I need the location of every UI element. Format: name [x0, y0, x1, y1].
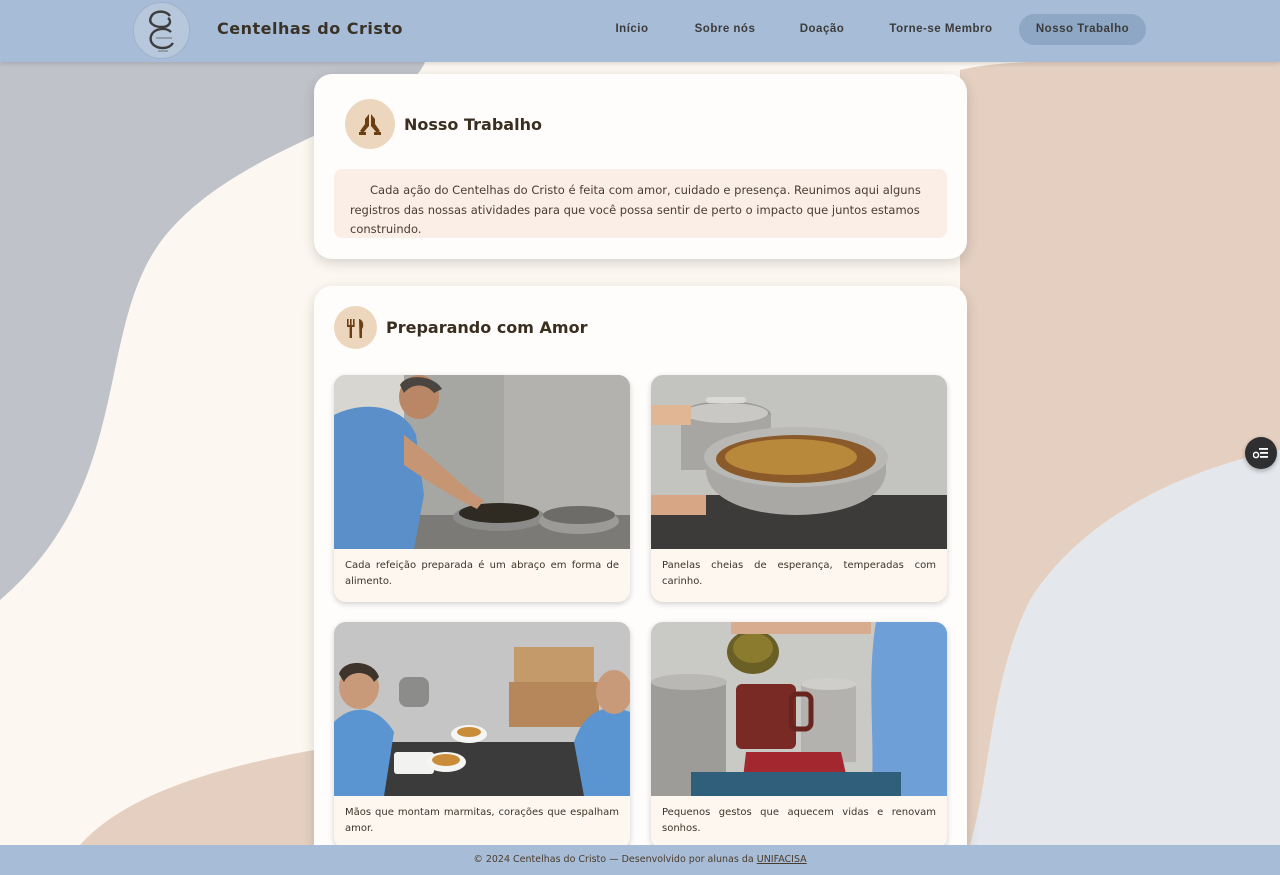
- gallery-caption: Mãos que montam marmitas, corações que e…: [345, 807, 619, 834]
- praying-hands-icon: [345, 99, 395, 149]
- nav-doacao[interactable]: Doação: [790, 14, 854, 45]
- nav-sobre-nos[interactable]: Sobre nós: [684, 14, 766, 45]
- gallery-caption: Panelas cheias de esperança, temperadas …: [662, 560, 936, 587]
- gallery-caption: Cada refeição preparada é um abraço em f…: [345, 560, 619, 587]
- toggle-list-icon: [1253, 448, 1268, 459]
- photo-packing-meals: [334, 622, 630, 796]
- footer-link[interactable]: UNIFACISA: [757, 854, 807, 865]
- intro-card: Nosso Trabalho Cada ação do Centelhas do…: [314, 74, 967, 259]
- gallery-title: Preparando com Amor: [386, 318, 588, 337]
- photo-serving-drink: [651, 622, 947, 796]
- footer-text: © 2024 Centelhas do Cristo — Desenvolvid…: [473, 854, 757, 865]
- photo-man-cooking: [334, 375, 630, 549]
- gallery-item[interactable]: Cada refeição preparada é um abraço em f…: [334, 375, 630, 602]
- footer: © 2024 Centelhas do Cristo — Desenvolvid…: [0, 845, 1280, 875]
- gallery-card: Preparando com Amor Cada refeição prepar…: [314, 286, 967, 875]
- gallery-item[interactable]: Mãos que montam marmitas, corações que e…: [334, 622, 630, 849]
- navbar: Centelhas do Cristo Início Sobre nós Doa…: [0, 0, 1280, 62]
- photo-pots-cooking: [651, 375, 947, 549]
- gallery-item[interactable]: Pequenos gestos que aquecem vidas e reno…: [651, 622, 947, 849]
- gallery-item[interactable]: Panelas cheias de esperança, temperadas …: [651, 375, 947, 602]
- brand-name[interactable]: Centelhas do Cristo: [217, 19, 403, 38]
- intro-text: Cada ação do Centelhas do Cristo é feita…: [334, 169, 947, 238]
- logo[interactable]: [133, 2, 190, 59]
- nav-nosso-trabalho[interactable]: Nosso Trabalho: [1019, 14, 1146, 45]
- intro-title: Nosso Trabalho: [404, 115, 542, 134]
- logo-mark-icon: [148, 9, 174, 51]
- nav-inicio[interactable]: Início: [604, 14, 660, 45]
- gallery-caption: Pequenos gestos que aquecem vidas e reno…: [662, 807, 936, 834]
- nav-torne-se-membro[interactable]: Torne-se Membro: [878, 14, 1004, 45]
- utensils-icon: [334, 306, 377, 349]
- floating-menu-button[interactable]: [1245, 437, 1277, 469]
